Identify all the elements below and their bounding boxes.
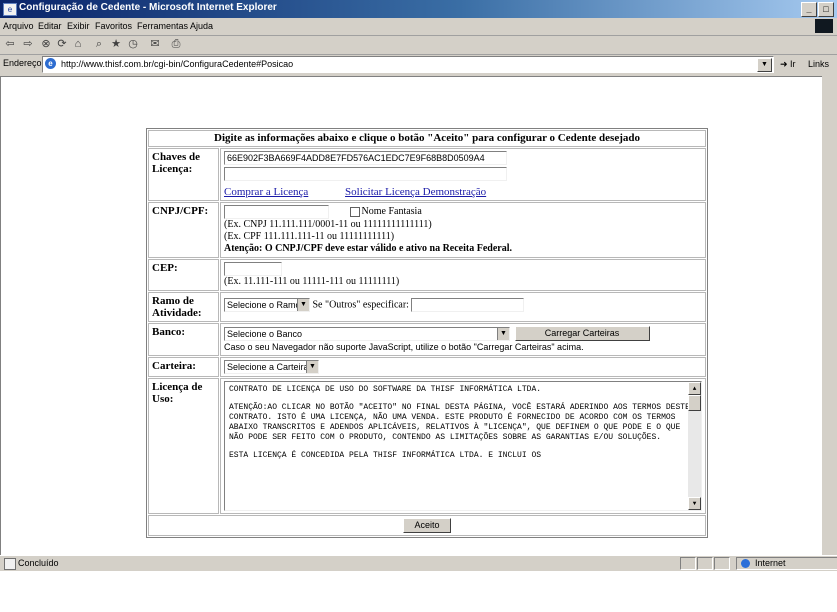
cnpj-label: CNPJ/CPF: — [148, 202, 219, 258]
status-bar: Concluído Internet — [0, 555, 837, 571]
links-button[interactable]: Links — [808, 59, 829, 69]
address-url: http://www.thisf.com.br/cgi-bin/Configur… — [61, 59, 294, 69]
print-icon[interactable]: ⎙ — [170, 38, 182, 50]
home-icon[interactable]: ⌂ — [72, 38, 84, 50]
buy-license-link[interactable]: Comprar a Licença — [224, 186, 308, 198]
demo-license-link[interactable]: Solicitar Licença Demonstração — [345, 186, 486, 198]
license-title: CONTRATO DE LICENÇA DE USO DO SOFTWARE D… — [229, 385, 542, 394]
address-label: Endereço — [3, 58, 42, 68]
window-title: Configuração de Cedente - Microsoft Inte… — [19, 2, 277, 13]
maximize-button[interactable]: □ — [818, 2, 834, 17]
back-icon[interactable]: ⇦ — [4, 38, 16, 50]
menu-ajuda[interactable]: Ajuda — [190, 21, 213, 31]
banco-label: Banco: — [148, 323, 219, 356]
cpf-example: (Ex. CPF 111.111.111-11 ou 11111111111) — [224, 231, 395, 242]
favorites-icon[interactable]: ★ — [110, 38, 122, 50]
load-wallets-button[interactable]: Carregar Carteiras — [514, 326, 650, 341]
minimize-button[interactable]: _ — [801, 2, 817, 17]
page-done-icon — [4, 558, 16, 570]
forward-icon[interactable]: ⇨ — [22, 38, 34, 50]
search-icon[interactable]: ⌕ — [93, 38, 105, 50]
license-paragraph: ATENÇÃO:AO CLICAR NO BOTÃO "ACEITO" NO F… — [229, 403, 690, 442]
scroll-thumb[interactable] — [688, 395, 701, 411]
carteira-select[interactable]: Selecione a Carteira ▼ — [224, 360, 319, 374]
cep-example: (Ex. 11.111-111 ou 11111-111 ou 11111111… — [224, 276, 400, 287]
banco-select-value: Selecione o Banco — [227, 328, 303, 339]
go-button[interactable]: ➜ Ir — [780, 59, 796, 70]
chevron-down-icon: ▼ — [297, 299, 309, 311]
page-scrollbar[interactable] — [822, 76, 837, 554]
accept-button[interactable]: Aceito — [403, 518, 451, 533]
cep-label: CEP: — [148, 259, 219, 291]
license-textarea[interactable]: CONTRATO DE LICENÇA DE USO DO SOFTWARE D… — [224, 381, 702, 511]
stop-icon[interactable]: ⊗ — [40, 38, 52, 50]
go-label: Ir — [790, 59, 796, 69]
license-paragraph: ESTA LICENÇA É CONCEDIDA PELA THISF INFO… — [229, 451, 542, 460]
ramo-select-value: Selecione o Ramo — [227, 300, 301, 310]
menu-arquivo[interactable]: Arquivo — [3, 21, 34, 31]
cnpj-warning: Atenção: O CNPJ/CPF deve estar válido e … — [224, 243, 512, 254]
status-panel — [714, 557, 730, 570]
license-key-1-input[interactable]: 66E902F3BA669F4ADD8E7FD576AC1EDC7E9F68B8… — [224, 151, 507, 165]
status-panel — [697, 557, 713, 570]
menu-bar: Arquivo Editar Exibir Favoritos Ferramen… — [0, 18, 837, 36]
globe-icon — [741, 559, 750, 568]
status-panel — [680, 557, 696, 570]
fantasy-name-option[interactable]: Nome Fantasia — [349, 206, 422, 218]
other-input[interactable] — [411, 298, 525, 312]
license-scrollbar[interactable]: ▲ ▼ — [688, 382, 701, 510]
ie-icon: e — [45, 58, 56, 69]
menu-favoritos[interactable]: Favoritos — [95, 21, 132, 31]
scroll-down-icon[interactable]: ▼ — [688, 497, 701, 510]
menu-editar[interactable]: Editar — [38, 21, 62, 31]
zone-label: Internet — [755, 558, 786, 568]
chevron-down-icon: ▼ — [306, 361, 318, 373]
toolbar: ⇦ ⇨ ⊗ ⟳ ⌂ ⌕ ★ ◷ ✉ ⎙ — [0, 36, 837, 55]
license-keys-label: Chaves de Licença: — [148, 148, 219, 201]
other-label: Se "Outros" especificar: — [312, 299, 409, 311]
ramo-label: Ramo de Atividade: — [148, 292, 219, 322]
cnpj-input[interactable] — [224, 205, 329, 219]
chevron-down-icon[interactable]: ▼ — [757, 58, 772, 72]
fantasy-name-label: Nome Fantasia — [361, 206, 422, 218]
history-icon[interactable]: ◷ — [127, 38, 139, 50]
ie-page-icon: e — [3, 3, 17, 16]
ramo-select[interactable]: Selecione o Ramo ▼ — [224, 298, 310, 312]
windows-logo-icon — [815, 19, 833, 33]
menu-ferramentas[interactable]: Ferramentas — [137, 21, 188, 31]
banco-select[interactable]: Selecione o Banco ▼ — [224, 326, 510, 341]
security-zone: Internet — [736, 557, 837, 570]
fantasy-name-checkbox[interactable] — [349, 207, 360, 217]
carteira-label: Carteira: — [148, 357, 219, 377]
status-text: Concluído — [18, 558, 59, 568]
license-use-label: Licença de Uso: — [148, 378, 219, 514]
form-header: Digite as informações abaixo e clique o … — [148, 130, 706, 147]
chevron-down-icon: ▼ — [497, 327, 509, 340]
title-bar: e Configuração de Cedente - Microsoft In… — [0, 0, 837, 18]
cedente-form: Digite as informações abaixo e clique o … — [146, 128, 708, 538]
mail-icon[interactable]: ✉ — [149, 38, 161, 50]
scroll-up-icon[interactable]: ▲ — [688, 382, 701, 395]
address-bar: Endereço e http://www.thisf.com.br/cgi-b… — [0, 55, 837, 74]
cnpj-example: (Ex. CNPJ 11.111.111/0001-11 ou 11111111… — [224, 219, 432, 230]
address-input[interactable]: e http://www.thisf.com.br/cgi-bin/Config… — [42, 56, 774, 73]
banco-note: Caso o seu Navegador não suporte JavaScr… — [224, 342, 584, 352]
license-key-2-input[interactable] — [224, 167, 507, 181]
cep-input[interactable] — [224, 262, 282, 276]
refresh-icon[interactable]: ⟳ — [56, 38, 68, 50]
carteira-select-value: Selecione a Carteira — [227, 362, 309, 372]
menu-exibir[interactable]: Exibir — [67, 21, 90, 31]
